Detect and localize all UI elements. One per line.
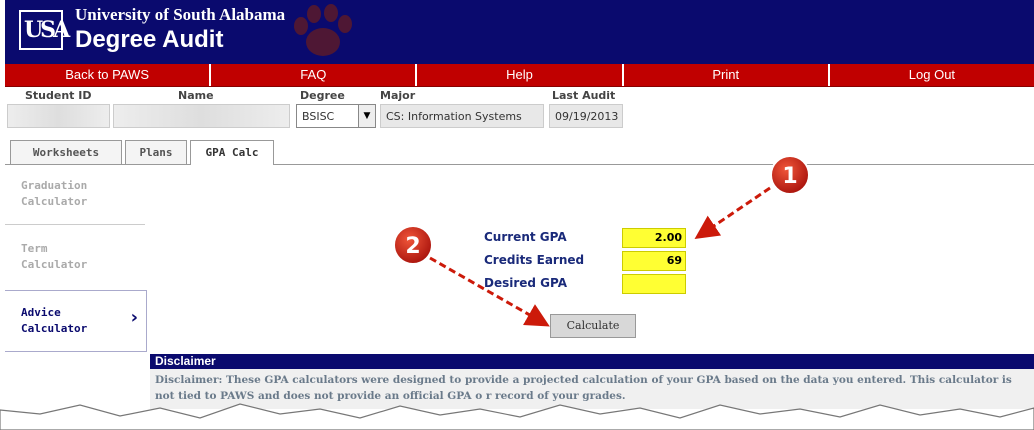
tab-plans[interactable]: Plans bbox=[125, 140, 187, 164]
sidebar-divider bbox=[5, 224, 145, 225]
nav-help[interactable]: Help bbox=[417, 64, 624, 86]
name-label: Name bbox=[178, 89, 214, 102]
degree-label: Degree bbox=[300, 89, 345, 102]
sidebar-item-graduation-calculator[interactable]: Graduation Calculator bbox=[5, 178, 145, 210]
sidebar-item-label: Calculator bbox=[21, 258, 88, 271]
dropdown-arrow-icon: ▼ bbox=[358, 105, 375, 127]
sidebar-item-advice-calculator[interactable]: Advice Calculator › bbox=[5, 290, 147, 352]
disclaimer-title: Disclaimer bbox=[155, 354, 216, 368]
calculate-button[interactable]: Calculate bbox=[550, 314, 636, 338]
major-value: CS: Information Systems bbox=[386, 110, 522, 123]
last-audit-label: Last Audit bbox=[552, 89, 616, 102]
major-label: Major bbox=[380, 89, 416, 102]
tab-gpa-calc[interactable]: GPA Calc bbox=[190, 140, 274, 165]
sidebar-item-label-line2: Calculator bbox=[21, 322, 88, 335]
tab-worksheets[interactable]: Worksheets bbox=[10, 140, 122, 164]
nav-back-to-paws[interactable]: Back to PAWS bbox=[5, 64, 212, 86]
credits-earned-input[interactable]: 69 bbox=[622, 251, 686, 271]
paw-print-icon bbox=[294, 4, 352, 56]
degree-select[interactable]: BSISC ▼ bbox=[296, 104, 376, 128]
app-title: Degree Audit bbox=[75, 26, 224, 53]
disclaimer-text: Disclaimer: These GPA calculators were d… bbox=[155, 374, 1012, 402]
nav-print[interactable]: Print bbox=[624, 64, 830, 86]
university-logo: USA bbox=[19, 10, 70, 50]
current-gpa-label: Current GPA bbox=[484, 230, 567, 244]
header-banner: USA University of South Alabama Degree A… bbox=[5, 0, 1034, 64]
degree-value: BSISC bbox=[302, 110, 335, 123]
logo-text: USA bbox=[24, 17, 70, 43]
sidebar-item-label-line1: Advice bbox=[21, 306, 61, 319]
last-audit-value: 09/19/2013 bbox=[555, 110, 619, 123]
degree-audit-page: USA University of South Alabama Degree A… bbox=[0, 0, 1034, 430]
tab-bar: Worksheets Plans GPA Calc bbox=[5, 138, 1034, 165]
university-name: University of South Alabama bbox=[75, 5, 286, 24]
chevron-right-icon: › bbox=[130, 307, 138, 328]
desired-gpa-input[interactable] bbox=[622, 274, 686, 294]
disclaimer-body: Disclaimer: These GPA calculators were d… bbox=[150, 369, 1034, 409]
nav-faq[interactable]: FAQ bbox=[211, 64, 418, 86]
callout-arrow-1 bbox=[694, 186, 771, 240]
main-nav: Back to PAWS FAQ Help Print Log Out bbox=[5, 64, 1034, 87]
major-field: CS: Information Systems bbox=[380, 104, 544, 128]
callout-2-number: 2 bbox=[405, 234, 420, 259]
student-id-label: Student ID bbox=[25, 89, 92, 102]
sidebar-item-term-calculator[interactable]: Term Calculator bbox=[5, 241, 145, 273]
nav-log-out[interactable]: Log Out bbox=[830, 64, 1034, 86]
callout-arrow-2 bbox=[429, 256, 550, 327]
sidebar-item-label: Graduation bbox=[21, 179, 88, 192]
desired-gpa-label: Desired GPA bbox=[484, 276, 568, 290]
callout-1-number: 1 bbox=[782, 164, 797, 189]
student-id-field bbox=[7, 104, 110, 128]
last-audit-field: 09/19/2013 bbox=[549, 104, 623, 128]
name-field bbox=[113, 104, 290, 128]
current-gpa-input[interactable]: 2.00 bbox=[622, 228, 686, 248]
sidebar-item-label: Advice Calculator bbox=[21, 305, 87, 337]
credits-earned-label: Credits Earned bbox=[484, 253, 585, 267]
callout-2-icon: 2 bbox=[393, 225, 433, 265]
sidebar-item-label: Term bbox=[21, 242, 48, 255]
sidebar-item-label: Calculator bbox=[21, 195, 88, 208]
student-info-bar: Student ID Name Degree BSISC ▼ Major CS:… bbox=[5, 86, 1034, 132]
disclaimer-header: Disclaimer bbox=[150, 354, 1034, 369]
